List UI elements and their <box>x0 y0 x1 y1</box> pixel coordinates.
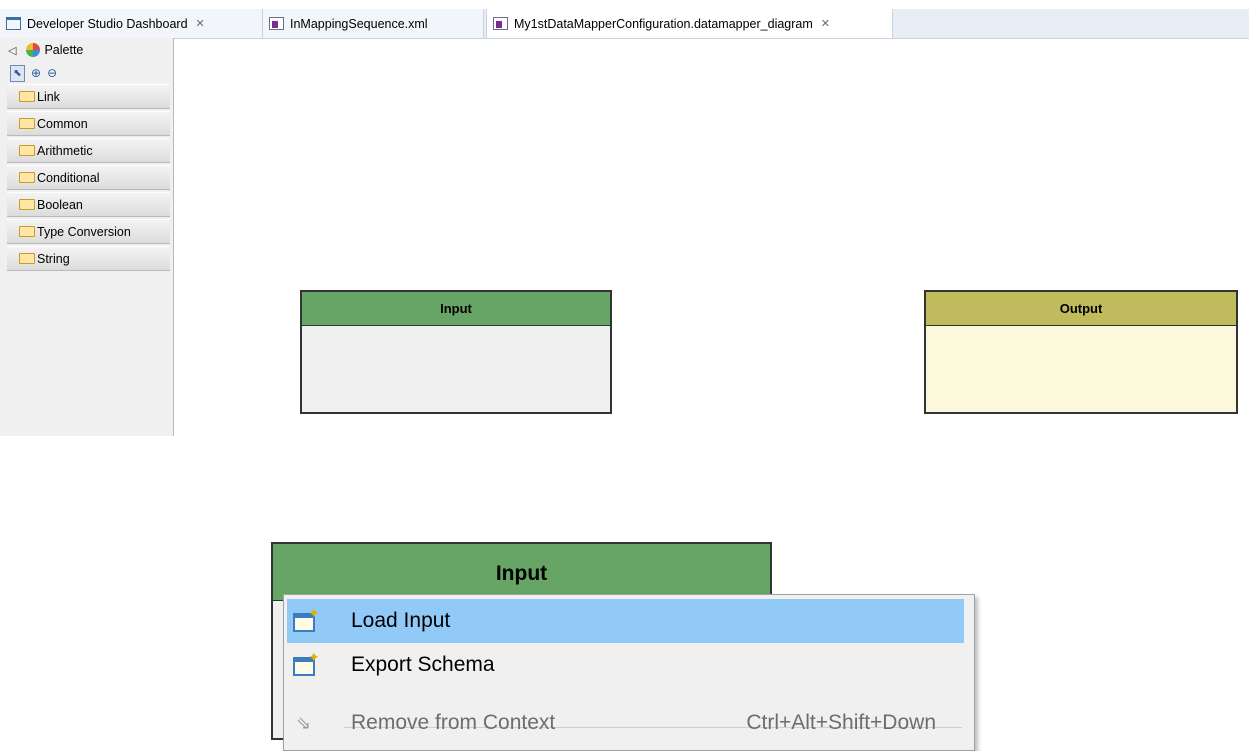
input-node-title: Input <box>302 292 610 326</box>
drawer-label: Common <box>37 116 88 131</box>
palette-panel: ◁ Palette ⬉ ⊕ ⊖ Link Common Arithmetic C… <box>0 38 174 436</box>
menu-item-label: Export Schema <box>351 653 495 676</box>
drawer-string[interactable]: String <box>7 246 170 271</box>
drawer-boolean[interactable]: Boolean <box>7 192 170 217</box>
menu-item-label: Load Input <box>351 609 451 632</box>
drawer-label: Boolean <box>37 197 83 212</box>
palette-icon <box>26 43 41 57</box>
drawer-label: Type Conversion <box>37 224 131 239</box>
zoomed-input-node-title: Input <box>273 544 770 601</box>
drawer-arithmetic[interactable]: Arithmetic <box>7 138 170 163</box>
input-node-body[interactable] <box>302 326 610 412</box>
folder-icon <box>19 118 35 129</box>
editor-tab-bar: Developer Studio Dashboard ✕ InMappingSe… <box>0 0 1249 39</box>
drawer-link[interactable]: Link <box>7 84 170 109</box>
drawer-label: String <box>37 251 70 266</box>
drawer-common[interactable]: Common <box>7 111 170 136</box>
drawer-label: Link <box>37 89 60 104</box>
folder-icon <box>19 199 35 210</box>
select-tool-icon[interactable]: ⬉ <box>10 64 25 82</box>
folder-icon <box>19 145 35 156</box>
close-icon[interactable]: ✕ <box>821 17 830 30</box>
folder-icon <box>19 172 35 183</box>
palette-title: Palette <box>44 43 84 57</box>
drawer-label: Conditional <box>37 170 100 185</box>
menu-item-label: Remove from Context <box>351 711 556 734</box>
folder-icon <box>19 91 35 102</box>
zoom-out-icon[interactable]: ⊖ <box>47 66 57 80</box>
menu-item-remove-from-context[interactable]: ⇘ Remove from Context Ctrl+Alt+Shift+Dow… <box>287 701 964 745</box>
tab-label: My1stDataMapperConfiguration.datamapper_… <box>514 16 813 31</box>
context-menu: ✦ Load Input ✦ Export Schema ⇘ Remove fr… <box>283 594 975 751</box>
remove-context-icon: ⇘ <box>296 713 312 733</box>
output-node[interactable]: Output <box>924 290 1238 414</box>
output-node-title: Output <box>926 292 1236 326</box>
export-schema-icon: ✦ <box>293 650 320 676</box>
folder-icon <box>19 226 35 237</box>
collapse-arrow-icon[interactable]: ◁ <box>8 44 16 57</box>
palette-tools: ⬉ ⊕ ⊖ <box>0 62 173 84</box>
drawer-type-conversion[interactable]: Type Conversion <box>7 219 170 244</box>
menu-item-shortcut: Ctrl+Alt+Shift+Down <box>746 711 936 734</box>
xml-file-icon <box>269 17 284 30</box>
folder-icon <box>19 253 35 264</box>
menu-item-load-input[interactable]: ✦ Load Input <box>287 599 964 643</box>
tab-label: Developer Studio Dashboard <box>27 16 188 31</box>
tab-developer-studio-dashboard[interactable]: Developer Studio Dashboard ✕ <box>0 9 263 38</box>
input-node[interactable]: Input <box>300 290 612 414</box>
dashboard-icon <box>6 17 21 30</box>
output-node-body[interactable] <box>926 326 1236 412</box>
palette-header[interactable]: ◁ Palette <box>0 38 173 62</box>
drawer-label: Arithmetic <box>37 143 93 158</box>
zoom-in-icon[interactable]: ⊕ <box>31 66 41 80</box>
tab-inmappingsequence[interactable]: InMappingSequence.xml <box>263 9 484 38</box>
close-icon[interactable]: ✕ <box>196 17 205 30</box>
diagram-file-icon <box>493 17 508 30</box>
menu-item-export-schema[interactable]: ✦ Export Schema <box>287 643 964 687</box>
tab-label: InMappingSequence.xml <box>290 16 428 31</box>
tab-datamapper-diagram[interactable]: My1stDataMapperConfiguration.datamapper_… <box>486 9 893 38</box>
drawer-conditional[interactable]: Conditional <box>7 165 170 190</box>
load-input-icon: ✦ <box>293 606 320 632</box>
